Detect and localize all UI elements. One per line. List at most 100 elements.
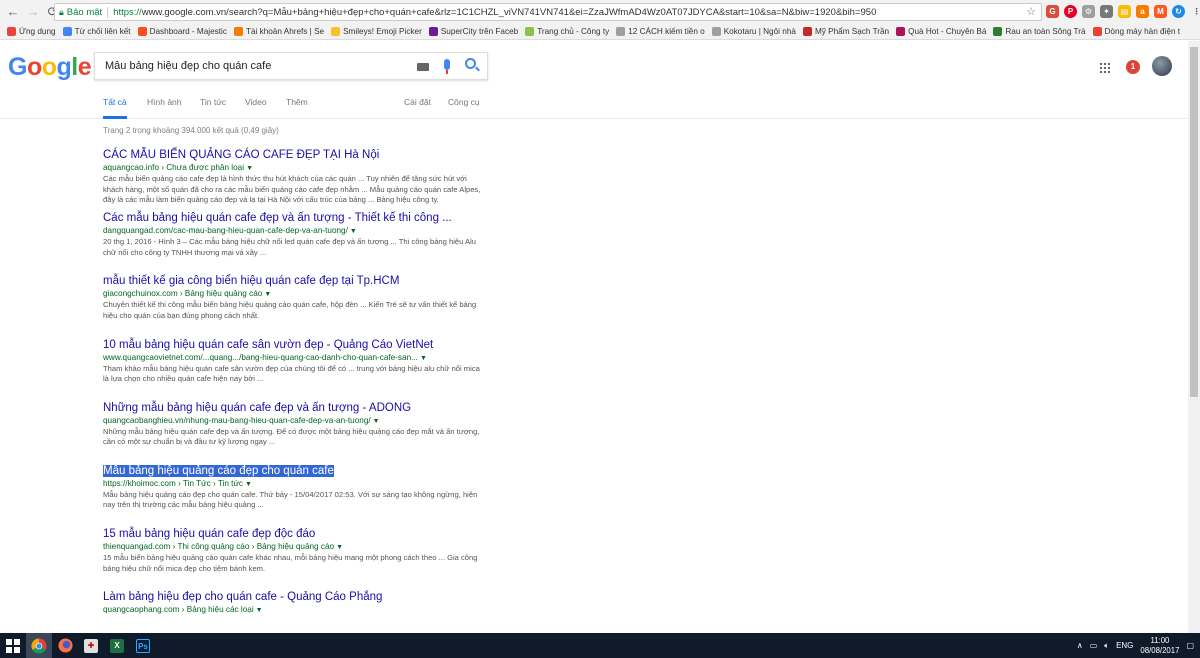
pinterest-extension-icon[interactable]: P	[1064, 5, 1077, 18]
cosmetics-icon	[802, 27, 812, 36]
keyboard-icon[interactable]	[417, 63, 429, 71]
address-bar[interactable]: 🔒︎ Bảo mật https:// www.google.com.vn/se…	[54, 3, 1042, 21]
puzzle-extension-icon[interactable]: ✦	[1100, 5, 1113, 18]
forward-arrow-icon[interactable]: →	[26, 5, 40, 19]
google-icon	[1092, 27, 1102, 36]
caret-down-icon[interactable]: ▼	[336, 544, 343, 551]
tab-tools[interactable]: Công cụ	[448, 97, 480, 107]
gift-icon	[896, 27, 906, 36]
bookmark-item[interactable]: SuperCity trên Faceb	[428, 27, 519, 36]
bookmark-item[interactable]: Kokotaru | Ngôi nhà	[711, 27, 796, 36]
settings-extension-icon[interactable]: ⚙	[1082, 5, 1095, 18]
link-icon	[525, 27, 535, 36]
bookmark-item[interactable]: Trang chủ - Công ty	[525, 27, 609, 36]
google-logo[interactable]: Google	[8, 53, 92, 82]
result-title-link[interactable]: Làm bảng hiệu đẹp cho quán cafe - Quảng …	[103, 590, 483, 604]
bookmark-label: Ứng dụng	[19, 27, 56, 36]
page-scrollbar[interactable]	[1188, 41, 1200, 633]
search-result: mẫu thiết kế gia công biển hiệu quán caf…	[103, 274, 483, 337]
search-icon[interactable]	[465, 58, 476, 69]
bookmark-item[interactable]: Dòng máy hàn điện t	[1092, 27, 1180, 36]
search-box[interactable]	[94, 52, 488, 80]
secure-label: Bảo mật	[67, 6, 109, 18]
notification-badge[interactable]: 1	[1126, 60, 1140, 74]
result-title-link[interactable]: mẫu thiết kế gia công biển hiệu quán caf…	[103, 274, 483, 288]
bookmark-item[interactable]: Rau an toàn Sông Trà	[993, 27, 1086, 36]
result-stats: Trang 2 trong khoảng 394.000 kết quả (0,…	[103, 126, 279, 135]
tab-news[interactable]: Tin tức	[200, 97, 226, 107]
google-docs-extension-icon[interactable]: ▤	[1118, 5, 1131, 18]
sync-extension-icon[interactable]: ↻	[1172, 5, 1185, 18]
caret-down-icon[interactable]: ▼	[246, 165, 253, 172]
menu-dots-icon[interactable]: ⋮	[1190, 5, 1200, 18]
back-arrow-icon[interactable]: ←	[6, 5, 20, 19]
bookmark-label: Mỹ Phẩm Sạch Trần	[814, 27, 890, 36]
result-title-link[interactable]: 10 mẫu bảng hiệu quán cafe sân vườn đẹp …	[103, 338, 483, 352]
caret-down-icon[interactable]: ▼	[350, 228, 357, 235]
bookmark-item[interactable]: Dashboard - Majestic	[137, 27, 227, 36]
bookmark-item[interactable]: Mỹ Phẩm Sạch Trần	[802, 27, 890, 36]
leaf-icon	[993, 27, 1003, 36]
clock[interactable]: 11:00 08/08/2017	[1140, 636, 1179, 656]
caret-down-icon[interactable]: ▼	[420, 355, 427, 362]
result-url: thienquangad.com › Thi công quảng cáo › …	[103, 542, 344, 552]
result-title-link[interactable]: Mẫu bảng hiệu quảng cáo đẹp cho quán caf…	[103, 464, 483, 478]
result-snippet: Chuyên thiết kế thi công mẫu biển bảng h…	[103, 300, 477, 320]
puzzle-app-icon[interactable]: ✚	[78, 633, 104, 658]
result-title-link[interactable]: CÁC MẪU BIỂN QUẢNG CÁO CAFE ĐẸP TẠI Hà N…	[103, 148, 483, 162]
language-indicator[interactable]: ENG	[1116, 641, 1133, 650]
excel-icon[interactable]: X	[104, 633, 130, 658]
apps-grid-icon[interactable]	[1099, 62, 1110, 73]
bookmark-item[interactable]: Quà Hot - Chuyên Bá	[896, 27, 986, 36]
bookmark-label: Kokotaru | Ngôi nhà	[723, 27, 796, 36]
caret-down-icon[interactable]: ▼	[373, 418, 380, 425]
caret-down-icon[interactable]: ▼	[256, 607, 263, 614]
caret-down-icon[interactable]: ▼	[245, 481, 252, 488]
tab-all[interactable]: Tất cả	[103, 97, 127, 119]
network-icon[interactable]: ▭	[1090, 641, 1098, 650]
search-result: Mẫu bảng hiệu quảng cáo đẹp cho quán caf…	[103, 464, 483, 527]
result-title-link[interactable]: Các mẫu bảng hiệu quán cafe đẹp và ấn tư…	[103, 211, 483, 225]
bookmark-label: SuperCity trên Faceb	[440, 27, 519, 36]
bookmark-item[interactable]: Tài khoản Ahrefs | Se	[233, 27, 324, 36]
search-input[interactable]	[105, 60, 405, 72]
tab-images[interactable]: Hình ảnh	[147, 97, 182, 107]
search-tabs: Tất cả Hình ảnh Tin tức Video Thêm Cài đ…	[0, 92, 1200, 119]
microphone-icon[interactable]	[444, 59, 450, 74]
star-icon	[137, 27, 147, 36]
bookmark-item[interactable]: 12 CÁCH kiếm tiền o	[616, 27, 705, 36]
result-title-link[interactable]: 15 mẫu bảng hiệu quán cafe đẹp độc đáo	[103, 527, 483, 541]
chrome-icon[interactable]	[26, 633, 52, 658]
google-plus-extension-icon[interactable]: G	[1046, 5, 1059, 18]
search-result: Các mẫu bảng hiệu quán cafe đẹp và ấn tư…	[103, 211, 483, 274]
search-results: CÁC MẪU BIỂN QUẢNG CÁO CAFE ĐẸP TẠI Hà N…	[103, 148, 483, 614]
result-snippet: 20 thg 1, 2016 - Hình 3 – Các mẫu bảng h…	[103, 237, 477, 257]
url-text: www.google.com.vn/search?q=Mẫu+bảng+hiệu…	[141, 6, 877, 18]
bookmark-label: Smileys! Emoji Picker	[343, 27, 422, 36]
windows-start-icon[interactable]	[0, 633, 26, 658]
tab-more[interactable]: Thêm	[286, 97, 308, 107]
browser-toolbar: ← → ⟳ 🔒︎ Bảo mật https:// www.google.com…	[0, 0, 1200, 24]
supercity-icon	[428, 27, 438, 36]
clock-time: 11:00	[1150, 635, 1170, 645]
majestic-extension-icon[interactable]: M	[1154, 5, 1167, 18]
firefox-icon[interactable]	[52, 633, 78, 658]
photoshop-icon[interactable]: Ps	[130, 633, 156, 658]
page-icon	[711, 27, 721, 36]
avatar[interactable]	[1152, 56, 1172, 76]
bookmark-item[interactable]: Từ chối liên kết	[62, 27, 131, 36]
caret-down-icon[interactable]: ▼	[264, 291, 271, 298]
volume-icon[interactable]: 🔈︎	[1104, 641, 1109, 651]
tab-settings[interactable]: Cài đặt	[404, 97, 431, 107]
bookmark-item[interactable]: Ứng dụng	[7, 27, 56, 36]
bookmark-item[interactable]: Smileys! Emoji Picker	[331, 27, 422, 36]
result-snippet: 15 mẫu biển bảng hiệu quảng cáo quán caf…	[103, 553, 478, 573]
result-title-link[interactable]: Những mẫu bảng hiệu quán cafe đẹp và ấn …	[103, 401, 483, 415]
tab-video[interactable]: Video	[245, 97, 267, 107]
ahrefs-extension-icon[interactable]: a	[1136, 5, 1149, 18]
result-url: www.quangcaovietnet.com/...quang.../bang…	[103, 352, 427, 362]
scrollbar-thumb[interactable]	[1190, 47, 1198, 397]
bookmark-star-icon[interactable]: ☆	[1026, 5, 1036, 18]
action-center-icon[interactable]: ▢	[1186, 641, 1194, 650]
chevron-up-icon[interactable]: ∧	[1077, 641, 1083, 650]
